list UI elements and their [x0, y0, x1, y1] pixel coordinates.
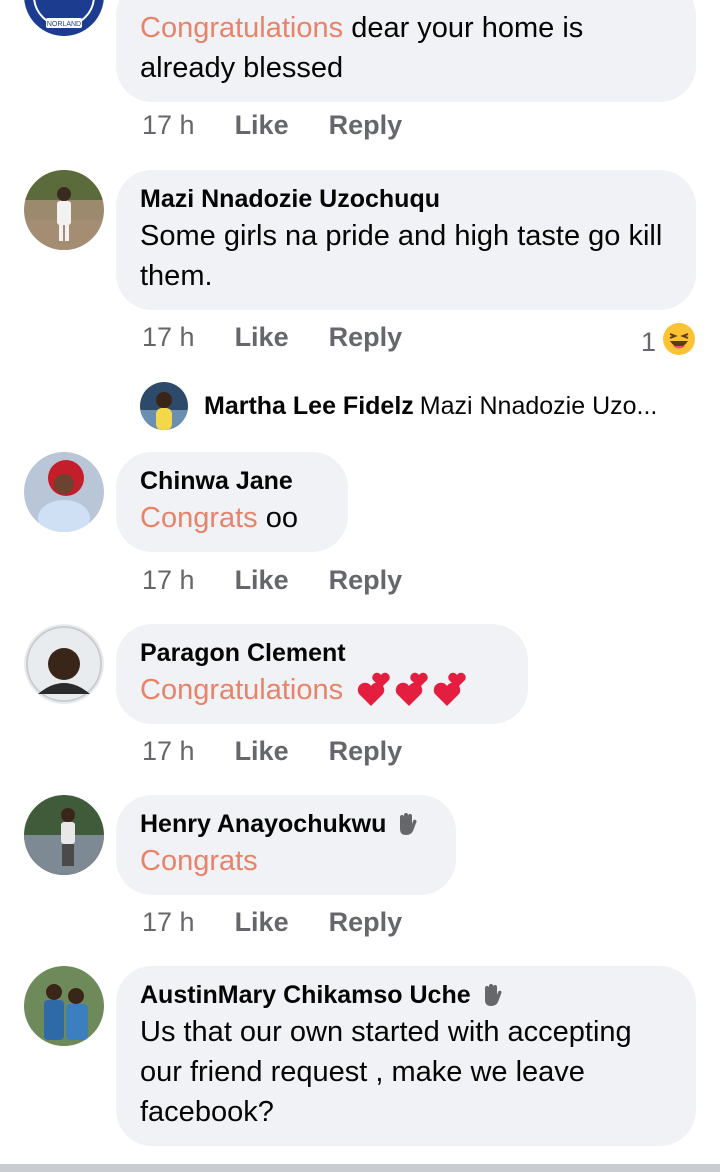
comment-text: Congrats — [140, 845, 258, 877]
comment-author[interactable]: Mazi Nnadozie Uzochuqu — [140, 182, 672, 216]
avatar[interactable] — [24, 170, 104, 250]
comment-actions: 17 h Like Reply — [142, 736, 402, 767]
comment-bubble: Henry Anayochukwu Congrats — [116, 795, 456, 895]
avatar[interactable] — [24, 452, 104, 532]
comment-text: Congrats oo — [140, 502, 298, 534]
comment-text: Us that our own started with accepting o… — [140, 1016, 632, 1128]
avatar-norland[interactable]: NORLAND — [24, 0, 104, 36]
divider — [0, 1164, 720, 1172]
like-button[interactable]: Like — [235, 565, 289, 596]
reply-button[interactable]: Reply — [329, 322, 403, 353]
reply-author: Martha Lee Fidelz — [204, 391, 414, 420]
reply-button[interactable]: Reply — [329, 736, 403, 767]
comment-actions: 17 h Like Reply — [142, 110, 402, 141]
comment-author[interactable]: Henry Anayochukwu — [140, 807, 432, 841]
comment-text: Some girls na pride and high taste go ki… — [140, 220, 663, 292]
reply-preview[interactable]: Martha Lee Fidelz Mazi Nnadozie Uzo... — [140, 382, 657, 430]
comment-text: Congratulations dear your home is alread… — [140, 12, 584, 84]
avatar[interactable] — [24, 966, 104, 1046]
comment-author[interactable]: Paragon Clement — [140, 636, 504, 670]
comment-time: 17 h — [142, 736, 195, 766]
comment-bubble: Mazi Nnadozie Uzochuqu Some girls na pri… — [116, 170, 696, 310]
svg-text:NORLAND: NORLAND — [47, 21, 81, 28]
like-button[interactable]: Like — [235, 907, 289, 938]
laughing-emoji-icon — [662, 322, 696, 363]
comment-actions: 17 h Like Reply — [142, 907, 402, 938]
comment-time: 17 h — [142, 110, 195, 140]
comment-author[interactable]: AustinMary Chikamso Uche — [140, 978, 672, 1012]
reply-button[interactable]: Reply — [329, 565, 403, 596]
like-button[interactable]: Like — [235, 322, 289, 353]
comment-bubble: Chinwa Jane Congrats oo — [116, 452, 348, 552]
avatar[interactable] — [24, 624, 104, 704]
reaction-count: 1 — [640, 327, 656, 357]
comment-time: 17 h — [142, 322, 195, 352]
avatar[interactable] — [24, 795, 104, 875]
comment-text: Congratulations — [140, 670, 504, 710]
comment-time: 17 h — [142, 565, 195, 595]
avatar[interactable] — [140, 382, 188, 430]
comment-time: 17 h — [142, 907, 195, 937]
waving-hand-icon — [394, 811, 420, 837]
reply-button[interactable]: Reply — [329, 907, 403, 938]
reaction-summary[interactable]: 1 — [641, 322, 696, 363]
comment-bubble: Paragon Clement Congratulations — [116, 624, 528, 724]
comment-bubble: AustinMary Chikamso Uche Us that our own… — [116, 966, 696, 1146]
like-button[interactable]: Like — [235, 110, 289, 141]
reply-text: Mazi Nnadozie Uzo... — [419, 391, 658, 420]
like-button[interactable]: Like — [235, 736, 289, 767]
comment-author[interactable]: Chinwa Jane — [140, 464, 324, 498]
waving-hand-icon — [479, 982, 505, 1008]
reply-button[interactable]: Reply — [329, 110, 403, 141]
hearts-emoji-icon — [351, 670, 467, 710]
comment-actions: 17 h Like Reply — [142, 565, 402, 596]
comment-bubble: Congratulations dear your home is alread… — [116, 0, 696, 102]
comment-actions: 17 h Like Reply — [142, 322, 402, 353]
